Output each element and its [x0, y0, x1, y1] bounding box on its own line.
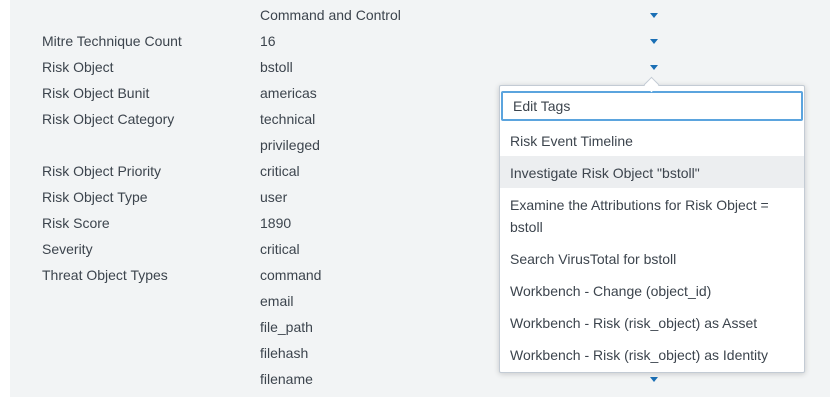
- menu-item[interactable]: Edit Tags: [501, 91, 803, 121]
- field-row: Command and Control: [10, 3, 830, 29]
- field-value[interactable]: critical: [260, 163, 300, 179]
- field-value[interactable]: 1890: [260, 215, 291, 231]
- caret-down-icon[interactable]: [650, 65, 658, 70]
- menu-item[interactable]: Search VirusTotal for bstoll: [500, 242, 804, 274]
- caret-down-icon[interactable]: [650, 377, 658, 382]
- field-key: Mitre Technique Count: [42, 33, 182, 49]
- field-key: Risk Object Priority: [42, 163, 162, 179]
- field-key: Risk Object: [42, 59, 114, 75]
- field-value[interactable]: Command and Control: [260, 7, 401, 23]
- field-value[interactable]: privileged: [260, 137, 320, 153]
- field-key: Risk Score: [42, 215, 110, 231]
- field-value[interactable]: email: [260, 293, 293, 309]
- field-key: Risk Object Category: [42, 111, 175, 127]
- menu-item[interactable]: Workbench - Risk (risk_object) as Identi…: [500, 338, 804, 370]
- field-value[interactable]: filename: [260, 371, 313, 387]
- caret-down-icon[interactable]: [650, 39, 658, 44]
- field-row: Mitre Technique Count 16: [10, 29, 830, 55]
- field-value[interactable]: user: [260, 189, 287, 205]
- field-value[interactable]: command: [260, 267, 321, 283]
- menu-item[interactable]: Workbench - Risk (risk_object) as Asset: [500, 306, 804, 338]
- field-value[interactable]: 16: [260, 33, 276, 49]
- field-key: Risk Object Bunit: [42, 85, 150, 101]
- field-row: Risk Object bstoll: [10, 55, 830, 81]
- field-value[interactable]: critical: [260, 241, 300, 257]
- field-key: Severity: [42, 241, 93, 257]
- field-actions-menu: Edit Tags Risk Event Timeline Investigate …: [499, 85, 805, 373]
- field-value[interactable]: bstoll: [260, 59, 293, 75]
- field-value[interactable]: americas: [260, 85, 317, 101]
- field-value[interactable]: filehash: [260, 345, 308, 361]
- menu-item[interactable]: Examine the Attributions for Risk Object…: [500, 188, 804, 242]
- menu-item[interactable]: Workbench - Change (object_id): [500, 274, 804, 306]
- field-value[interactable]: file_path: [260, 319, 313, 335]
- menu-item[interactable]: Investigate Risk Object "bstoll": [500, 156, 804, 188]
- menu-item[interactable]: Risk Event Timeline: [500, 124, 804, 156]
- field-key: Risk Object Type: [42, 189, 148, 205]
- caret-down-icon[interactable]: [650, 13, 658, 18]
- field-key: Threat Object Types: [42, 267, 168, 283]
- field-value[interactable]: technical: [260, 111, 315, 127]
